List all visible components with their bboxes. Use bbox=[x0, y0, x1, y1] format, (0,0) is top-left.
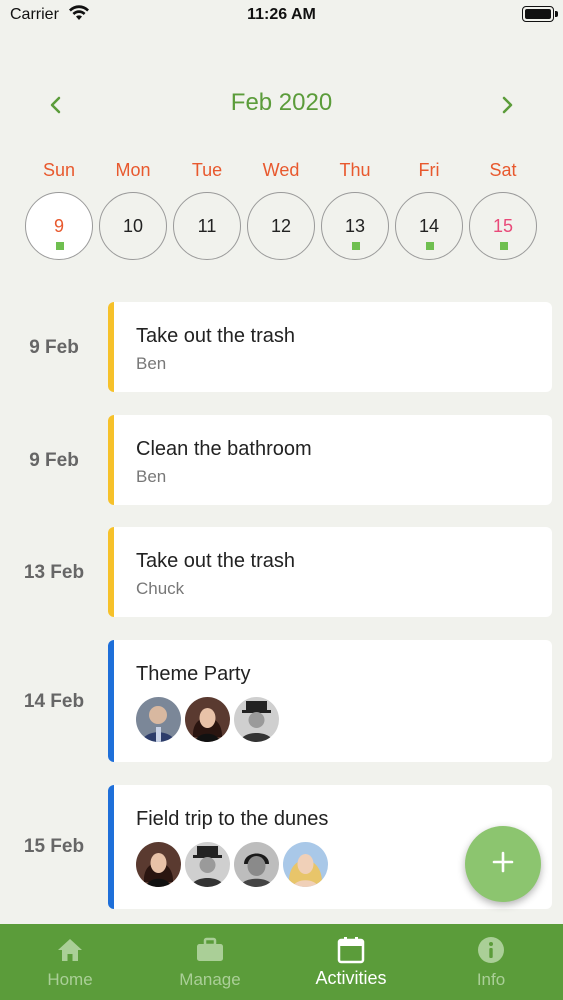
event-accent-bar bbox=[108, 785, 114, 909]
week-strip: 9 10 11 12 13 14 15 bbox=[24, 192, 544, 262]
event-title: Field trip to the dunes bbox=[136, 808, 329, 830]
day-number: 10 bbox=[122, 216, 144, 236]
day-cell[interactable]: 13 bbox=[321, 192, 389, 260]
month-header: Feb 2020 bbox=[0, 85, 563, 125]
tab-label: Activities bbox=[315, 968, 387, 988]
tab-activities[interactable]: Activities bbox=[281, 924, 421, 1000]
weekday-sun: Sun bbox=[42, 160, 76, 180]
home-icon bbox=[56, 936, 84, 964]
avatar bbox=[185, 842, 230, 887]
add-activity-button[interactable] bbox=[465, 826, 541, 902]
day-number: 15 bbox=[492, 216, 514, 236]
event-title: Take out the trash bbox=[136, 325, 295, 347]
avatar bbox=[136, 697, 181, 742]
day-cell[interactable]: 14 bbox=[395, 192, 463, 260]
battery-icon bbox=[522, 6, 558, 22]
event-card[interactable]: Take out the trash Ben bbox=[108, 302, 552, 392]
event-dot bbox=[426, 242, 434, 250]
info-icon bbox=[477, 936, 505, 964]
event-title: Clean the bathroom bbox=[136, 438, 312, 460]
event-accent-bar bbox=[108, 640, 114, 762]
day-number: 12 bbox=[270, 216, 292, 236]
day-cell[interactable]: 15 bbox=[469, 192, 537, 260]
weekday-header: Sun Mon Tue Wed Thu Fri Sat bbox=[24, 160, 544, 184]
event-dot bbox=[352, 242, 360, 250]
day-number: 9 bbox=[53, 216, 64, 236]
tab-label: Manage bbox=[179, 970, 241, 989]
briefcase-icon bbox=[196, 936, 224, 964]
day-cell[interactable]: 11 bbox=[173, 192, 241, 260]
month-title: Feb 2020 bbox=[230, 89, 333, 116]
event-card[interactable]: Clean the bathroom Ben bbox=[108, 415, 552, 505]
event-accent-bar bbox=[108, 302, 114, 392]
clock: 11:26 AM bbox=[247, 6, 316, 23]
avatar bbox=[185, 697, 230, 742]
weekday-wed: Wed bbox=[262, 160, 300, 180]
day-number: 14 bbox=[418, 216, 440, 236]
tab-info[interactable]: Info bbox=[421, 924, 561, 1000]
participant-avatars bbox=[136, 842, 328, 887]
weekday-sat: Sat bbox=[489, 160, 517, 180]
event-accent-bar bbox=[108, 415, 114, 505]
event-assignee: Ben bbox=[136, 467, 167, 486]
weekday-tue: Tue bbox=[191, 160, 223, 180]
event-title: Take out the trash bbox=[136, 550, 295, 572]
event-card[interactable]: Take out the trash Chuck bbox=[108, 527, 552, 617]
event-dot bbox=[500, 242, 508, 250]
event-date: 15 Feb bbox=[23, 836, 85, 857]
tab-manage[interactable]: Manage bbox=[140, 924, 280, 1000]
status-bar: Carrier 11:26 AM bbox=[0, 0, 563, 30]
event-accent-bar bbox=[108, 527, 114, 617]
weekday-mon: Mon bbox=[115, 160, 151, 180]
day-number: 11 bbox=[197, 216, 217, 236]
tab-home[interactable]: Home bbox=[0, 924, 140, 1000]
event-date: 9 Feb bbox=[29, 450, 79, 471]
weekday-thu: Thu bbox=[339, 160, 371, 180]
avatar bbox=[234, 697, 279, 742]
avatar bbox=[283, 842, 328, 887]
calendar-icon bbox=[337, 936, 365, 964]
event-dot bbox=[56, 242, 64, 250]
event-date: 14 Feb bbox=[23, 691, 85, 712]
day-cell[interactable]: 9 bbox=[25, 192, 93, 260]
event-card[interactable]: Theme Party bbox=[108, 640, 552, 762]
event-title: Theme Party bbox=[136, 663, 251, 685]
day-number: 13 bbox=[344, 216, 366, 236]
avatar bbox=[234, 842, 279, 887]
chevron-right-icon[interactable] bbox=[498, 91, 518, 119]
plus-icon bbox=[492, 851, 514, 878]
event-assignee: Ben bbox=[136, 354, 167, 373]
tab-label: Home bbox=[47, 970, 93, 989]
day-cell[interactable]: 10 bbox=[99, 192, 167, 260]
event-assignee: Chuck bbox=[136, 579, 185, 598]
avatar bbox=[136, 842, 181, 887]
weekday-fri: Fri bbox=[418, 160, 440, 180]
tab-bar: Home Manage Activities Info bbox=[0, 924, 563, 1000]
participant-avatars bbox=[136, 697, 279, 742]
tab-label: Info bbox=[476, 970, 506, 989]
event-date: 9 Feb bbox=[29, 337, 79, 358]
event-date: 13 Feb bbox=[23, 562, 85, 583]
day-cell[interactable]: 12 bbox=[247, 192, 315, 260]
